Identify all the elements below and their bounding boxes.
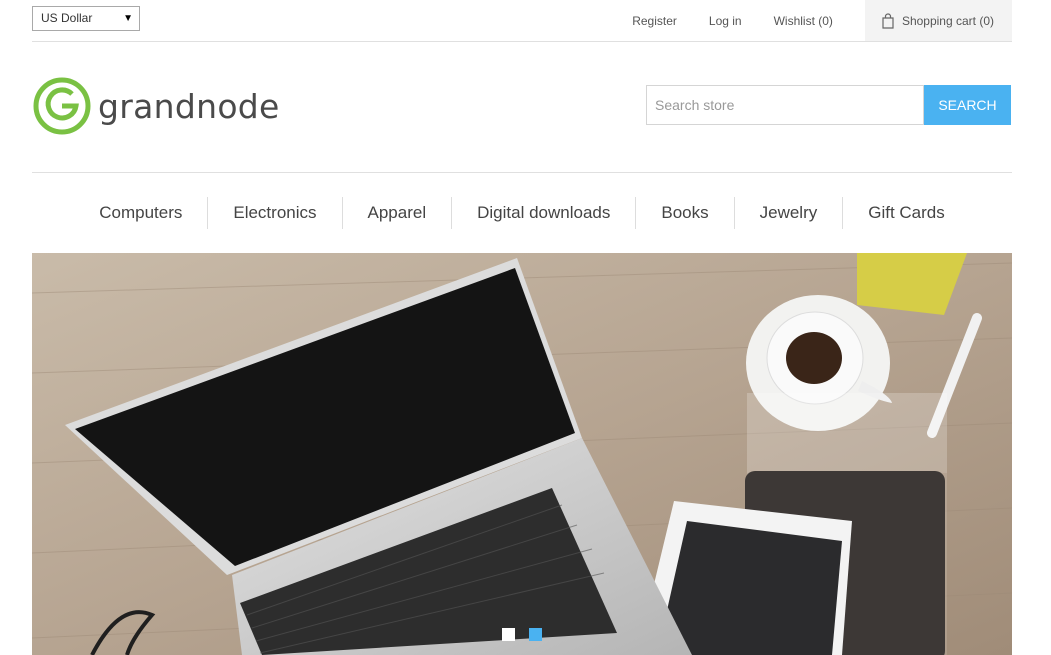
top-bar: US Dollar ▼ Register Log in Wishlist (0)… bbox=[32, 0, 1012, 42]
home-slider[interactable] bbox=[32, 253, 1012, 655]
store-logo[interactable]: grandnode bbox=[32, 76, 280, 136]
menu-item-gift-cards[interactable]: Gift Cards bbox=[843, 197, 970, 229]
login-link[interactable]: Log in bbox=[709, 14, 742, 28]
menu-item-jewelry[interactable]: Jewelry bbox=[735, 196, 844, 229]
slider-dot-2[interactable] bbox=[529, 628, 542, 641]
dropdown-arrow-icon: ▼ bbox=[123, 13, 133, 24]
wishlist-link[interactable]: Wishlist (0) bbox=[774, 14, 833, 28]
slider-dot-1[interactable] bbox=[502, 628, 515, 641]
currency-selected-value: US Dollar bbox=[41, 11, 93, 25]
register-link[interactable]: Register bbox=[632, 14, 677, 28]
shopping-cart-link[interactable]: Shopping cart (0) bbox=[864, 0, 1012, 41]
shopping-bag-icon bbox=[882, 12, 894, 29]
search-input[interactable] bbox=[646, 85, 924, 125]
slider-pagination bbox=[32, 628, 1012, 641]
search-button[interactable]: SEARCH bbox=[924, 85, 1011, 125]
header-divider bbox=[32, 172, 1012, 173]
shopping-cart-label: Shopping cart (0) bbox=[901, 13, 994, 28]
menu-item-apparel[interactable]: Apparel bbox=[343, 196, 453, 229]
grandnode-logo-icon bbox=[33, 77, 91, 135]
header-links: Register Log in Wishlist (0) Shopping ca… bbox=[632, 0, 1012, 41]
category-menu: Computers Electronics Apparel Digital do… bbox=[32, 196, 1012, 229]
search-box: SEARCH bbox=[646, 85, 1011, 125]
menu-item-electronics[interactable]: Electronics bbox=[208, 196, 343, 229]
currency-selector[interactable]: US Dollar ▼ bbox=[32, 6, 140, 31]
menu-item-digital-downloads[interactable]: Digital downloads bbox=[452, 196, 637, 229]
menu-item-books[interactable]: Books bbox=[636, 196, 735, 229]
menu-item-computers[interactable]: Computers bbox=[74, 196, 209, 229]
slide-image bbox=[32, 253, 1012, 655]
logo-text: grandnode bbox=[98, 86, 280, 126]
